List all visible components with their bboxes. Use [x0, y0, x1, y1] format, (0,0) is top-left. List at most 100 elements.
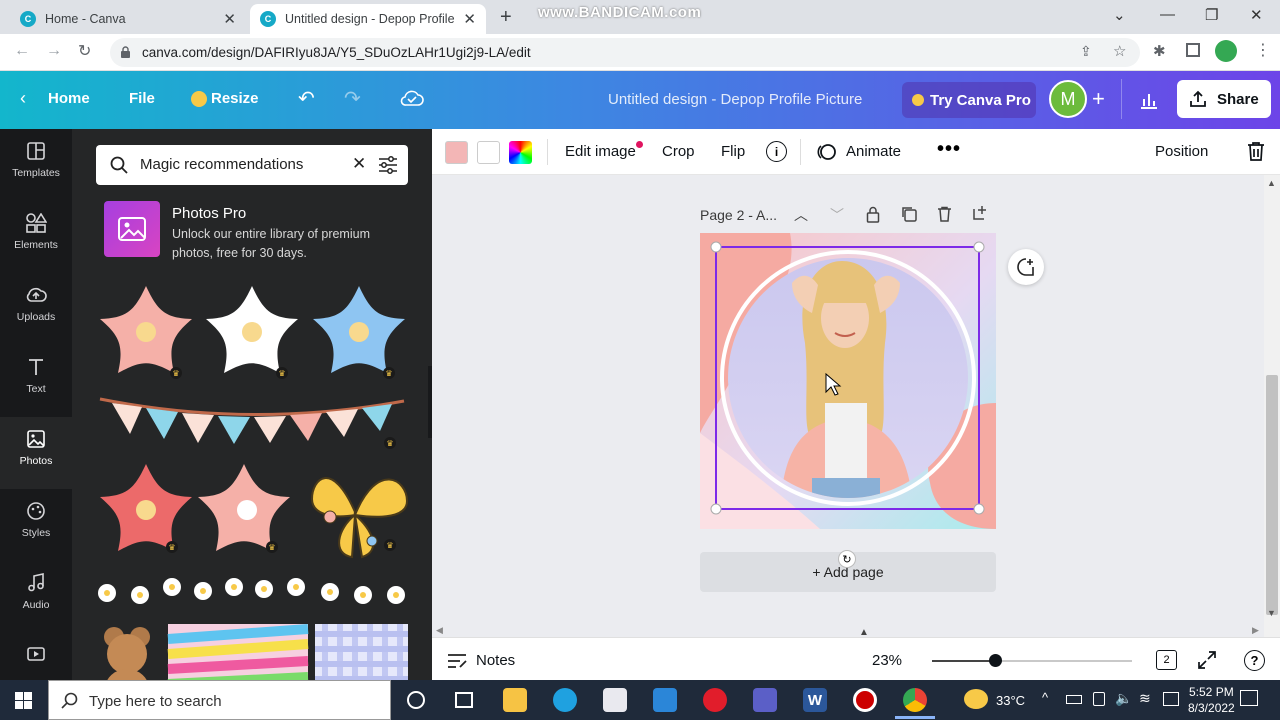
zoom-percentage[interactable]: 23%: [872, 652, 902, 669]
bookmark-star-icon[interactable]: ☆: [1113, 42, 1126, 60]
word-icon[interactable]: W: [803, 688, 827, 712]
edge-icon[interactable]: [553, 688, 577, 712]
side-panel-icon[interactable]: [1186, 43, 1200, 57]
redo-icon[interactable]: ↷: [344, 86, 361, 111]
new-tab-button[interactable]: +: [500, 6, 512, 29]
resize-button[interactable]: Resize: [211, 90, 259, 107]
windows-start-icon[interactable]: [15, 692, 32, 709]
filter-sliders-icon[interactable]: [378, 156, 398, 174]
clear-search-icon[interactable]: ✕: [352, 154, 366, 174]
share-page-icon[interactable]: ⇪: [1080, 43, 1092, 60]
notifications-icon[interactable]: [1240, 690, 1258, 706]
profile-avatar-icon[interactable]: [1215, 40, 1237, 62]
opera-icon[interactable]: [703, 688, 727, 712]
tab-home-canva[interactable]: C Home - Canva ✕: [10, 4, 246, 34]
keyboard-icon[interactable]: [1163, 692, 1179, 706]
user-avatar[interactable]: M: [1049, 80, 1087, 118]
wifi-icon[interactable]: ≋: [1139, 690, 1151, 707]
chevron-left-icon[interactable]: ‹: [20, 88, 26, 109]
chevron-down-icon[interactable]: ﹀: [830, 205, 844, 225]
add-collaborator-icon[interactable]: +: [1092, 86, 1105, 112]
try-canva-pro-button[interactable]: Try Canva Pro: [902, 82, 1036, 118]
scroll-down-icon[interactable]: ▼: [1267, 608, 1276, 618]
edit-image-button[interactable]: Edit image: [565, 143, 636, 160]
show-hidden-icons-icon[interactable]: ^: [1042, 690, 1048, 705]
page-count-button[interactable]: 2: [1156, 650, 1177, 670]
add-color-icon[interactable]: [509, 141, 532, 164]
help-icon[interactable]: ?: [1244, 650, 1265, 671]
zoom-slider-knob[interactable]: [989, 654, 1002, 667]
minimize-icon[interactable]: —: [1160, 6, 1175, 23]
more-options-icon[interactable]: •••: [937, 138, 961, 161]
restore-icon[interactable]: ❐: [1205, 6, 1218, 24]
crop-button[interactable]: Crop: [662, 143, 695, 160]
rail-item-elements[interactable]: Elements: [0, 201, 72, 273]
battery-icon[interactable]: [1066, 695, 1082, 704]
delete-page-icon[interactable]: [937, 206, 952, 222]
animate-button[interactable]: Animate: [846, 143, 901, 160]
task-view-icon[interactable]: [455, 692, 473, 708]
add-page-icon[interactable]: [972, 205, 988, 221]
close-tab-icon[interactable]: ✕: [463, 10, 476, 28]
design-page[interactable]: [700, 233, 996, 529]
design-title[interactable]: Untitled design - Depop Profile Picture: [608, 91, 862, 108]
mail-icon[interactable]: [653, 688, 677, 712]
color-swatch-pink[interactable]: [445, 141, 468, 164]
system-clock[interactable]: 5:52 PM 8/3/2022: [1188, 684, 1235, 716]
position-button[interactable]: Position: [1155, 143, 1208, 160]
fullscreen-icon[interactable]: [1198, 651, 1216, 669]
add-comment-button[interactable]: [1008, 249, 1044, 285]
cortana-icon[interactable]: [407, 691, 425, 709]
vertical-scrollbar[interactable]: ▲ ▼: [1264, 175, 1280, 637]
scroll-up-icon[interactable]: ▲: [1267, 178, 1276, 188]
forward-icon[interactable]: →: [46, 42, 62, 60]
lock-page-icon[interactable]: [866, 206, 880, 223]
reload-icon[interactable]: ↻: [78, 41, 91, 61]
info-icon[interactable]: i: [766, 141, 787, 162]
rail-item-photos[interactable]: Photos: [0, 417, 72, 489]
tab-search-icon[interactable]: ⌄: [1113, 6, 1126, 24]
close-window-icon[interactable]: ✕: [1250, 6, 1263, 24]
scroll-left-icon[interactable]: ◀: [436, 625, 443, 636]
rail-item-templates[interactable]: Templates: [0, 129, 72, 201]
close-tab-icon[interactable]: ✕: [223, 10, 236, 28]
rail-item-audio[interactable]: Audio: [0, 561, 72, 633]
extensions-icon[interactable]: ✱: [1153, 42, 1166, 60]
omnibox[interactable]: canva.com/design/DAFIRIyu8JA/Y5_SDuOzLAH…: [110, 38, 1140, 67]
search-input[interactable]: Magic recommendations ✕: [96, 145, 408, 185]
rail-item-videos[interactable]: [0, 633, 72, 680]
network-icon[interactable]: [1093, 692, 1105, 706]
flip-button[interactable]: Flip: [721, 143, 745, 160]
trash-icon[interactable]: [1246, 141, 1266, 162]
volume-icon[interactable]: 🔈: [1115, 690, 1132, 707]
undo-icon[interactable]: ↶: [298, 86, 315, 111]
rail-item-uploads[interactable]: Uploads: [0, 273, 72, 345]
sticker-results-grid[interactable]: ♛ ♛ ♛ ♛ ♛ ♛ ♛: [72, 279, 432, 680]
notes-button[interactable]: Notes: [476, 652, 515, 669]
file-explorer-icon[interactable]: [503, 688, 527, 712]
share-button[interactable]: Share: [1177, 80, 1271, 118]
rotate-handle-icon[interactable]: ↻: [838, 550, 856, 568]
back-icon[interactable]: ←: [14, 42, 30, 60]
page-label[interactable]: Page 2 - A...: [700, 207, 777, 223]
cloud-saved-icon[interactable]: [400, 89, 424, 107]
bandicam-record-icon[interactable]: [853, 688, 877, 712]
scroll-right-icon[interactable]: ▶: [1252, 625, 1259, 636]
tab-untitled-design[interactable]: C Untitled design - Depop Profile P ✕: [250, 4, 486, 34]
microsoft-store-icon[interactable]: [603, 688, 627, 712]
profile-picture-design[interactable]: [700, 233, 996, 529]
browser-menu-icon[interactable]: ⋮: [1255, 40, 1271, 60]
rail-item-styles[interactable]: Styles: [0, 489, 72, 561]
scrollbar-thumb[interactable]: [1266, 375, 1278, 615]
home-button[interactable]: Home: [48, 90, 90, 107]
chevron-up-icon[interactable]: ︿: [794, 205, 808, 225]
insights-chart-icon[interactable]: [1139, 90, 1159, 110]
zoom-slider[interactable]: [932, 654, 1132, 667]
chrome-icon[interactable]: [903, 688, 927, 712]
teams-icon[interactable]: [753, 688, 777, 712]
duplicate-page-icon[interactable]: [901, 206, 917, 222]
taskbar-search-box[interactable]: Type here to search: [48, 680, 391, 720]
color-swatch-white[interactable]: [477, 141, 500, 164]
rail-item-text[interactable]: Text: [0, 345, 72, 417]
file-menu-button[interactable]: File: [129, 90, 155, 107]
